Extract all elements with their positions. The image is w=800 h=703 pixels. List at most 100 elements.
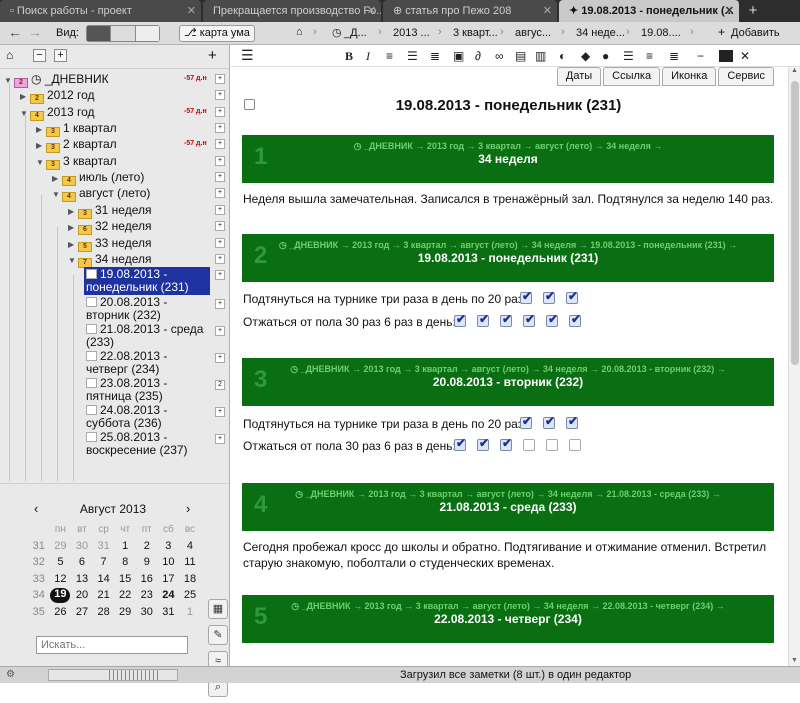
next-month-icon[interactable]: › [186, 501, 190, 516]
add-icon[interactable]: + [718, 25, 725, 39]
calendar-day[interactable]: 29 [114, 604, 136, 621]
icon-tab[interactable]: Иконка [662, 67, 717, 86]
tab-search-job[interactable]: ▫ Поиск работы - проект ✕ [0, 0, 201, 22]
calendar-day[interactable]: 16 [136, 571, 158, 588]
calendar-day[interactable]: 23 [136, 587, 158, 604]
tree-node-week34[interactable]: ▼ 7 34 неделя [68, 251, 152, 269]
service-tab[interactable]: Сервис [718, 67, 774, 86]
tree-node-day-236[interactable]: 24.08.2013 - суббота (236) [86, 404, 167, 430]
calendar-day[interactable]: 20 [71, 587, 93, 604]
pullups-checkbox[interactable] [520, 289, 532, 304]
menu-icon[interactable]: ☰ [241, 47, 254, 64]
collapsed-arrow-icon[interactable]: ▶ [20, 89, 30, 105]
node-action-box[interactable]: + [215, 139, 225, 149]
film-icon[interactable]: ▥ [535, 49, 546, 63]
link-icon[interactable]: ∞ [495, 49, 504, 63]
node-action-box[interactable]: + [215, 353, 225, 363]
expanded-arrow-icon[interactable]: ▼ [68, 253, 78, 269]
node-action-box[interactable]: + [215, 188, 225, 198]
bullet-list-icon[interactable]: ☰ [407, 49, 418, 63]
back-icon[interactable]: ← [8, 24, 22, 40]
breadcrumb-item-year[interactable]: 2013 ... [393, 27, 430, 39]
calendar-day[interactable]: 2 [136, 538, 158, 555]
calendar-day[interactable]: 14 [93, 571, 115, 588]
editor-scrollbar[interactable]: ▲ ▼ [788, 67, 800, 666]
calendar-day[interactable]: 27 [71, 604, 93, 621]
tree-node-q3[interactable]: ▼ 3 3 квартал [36, 153, 117, 170]
forward-icon[interactable]: → [28, 24, 42, 40]
node-action-box[interactable]: + [215, 238, 225, 248]
tree-node-day-235[interactable]: 23.08.2013 - пятница (235) [86, 377, 167, 403]
breadcrumb-item-month[interactable]: авгус... [515, 27, 551, 39]
tree-node-day-231[interactable]: 19.08.2013 - понедельник (231) [84, 267, 210, 295]
tab-current-note[interactable]: ✦ 19.08.2013 - понедельник (... ✕ [559, 0, 739, 22]
numbered-list-icon[interactable]: ≣ [430, 49, 440, 63]
bold-button[interactable]: B [345, 49, 353, 64]
collapsed-arrow-icon[interactable]: ▶ [68, 220, 78, 236]
pullups-checkbox[interactable] [566, 289, 578, 304]
pushups-checkbox[interactable] [546, 312, 558, 327]
tree-node-week31[interactable]: ▶ 3 31 неделя [68, 202, 152, 219]
node-action-box[interactable]: + [215, 205, 225, 215]
calendar-day-today[interactable]: 19 [50, 587, 72, 604]
align-right-icon[interactable]: ≣ [669, 49, 679, 63]
calendar-day[interactable]: 7 [93, 554, 115, 571]
pushups-checkbox[interactable] [454, 436, 466, 451]
calendar-day[interactable]: 30 [136, 604, 158, 621]
entry-title[interactable]: 21.08.2013 - среда (233) [242, 500, 774, 514]
breadcrumb-item-day[interactable]: 19.08.... [641, 27, 681, 39]
expand-all-button[interactable]: + [54, 49, 67, 62]
align-justify-icon[interactable]: ≡ [646, 49, 653, 63]
scrollbar-thumb[interactable] [791, 81, 799, 365]
calendar-day[interactable]: 15 [114, 571, 136, 588]
image-icon[interactable]: ▣ [453, 49, 464, 63]
tools-icon[interactable]: ✕ [740, 49, 750, 63]
calendar-day[interactable]: 9 [136, 554, 158, 571]
calendar-day[interactable]: 4 [179, 538, 201, 555]
view-mode-3[interactable] [134, 26, 159, 41]
home-icon[interactable]: ⌂ [296, 26, 303, 38]
node-action-box[interactable]: + [215, 407, 225, 417]
node-action-box[interactable]: + [215, 326, 225, 336]
calendar-day[interactable]: 13 [71, 571, 93, 588]
entry-title[interactable]: 20.08.2013 - вторник (232) [242, 375, 774, 389]
node-action-box[interactable]: + [215, 434, 225, 444]
pullups-checkbox[interactable] [543, 414, 555, 429]
entry-title[interactable]: 34 неделя [242, 152, 774, 166]
node-action-box[interactable]: + [215, 107, 225, 117]
pushups-checkbox[interactable] [477, 312, 489, 327]
tree-node-2013[interactable]: ▼ 4 2013 год [20, 104, 95, 122]
node-action-box[interactable]: + [215, 156, 225, 166]
tree-node-q2[interactable]: ▶ 3 2 квартал [36, 136, 117, 153]
paperclip-icon[interactable]: ∂ [475, 49, 481, 63]
dates-tab[interactable]: Даты [556, 67, 602, 86]
node-action-box[interactable]: + [215, 299, 225, 309]
expanded-arrow-icon[interactable]: ▼ [20, 106, 30, 122]
close-icon[interactable]: ✕ [367, 0, 376, 22]
calendar-day[interactable]: 6 [71, 554, 93, 571]
expanded-arrow-icon[interactable]: ▼ [4, 73, 14, 89]
close-icon[interactable]: ✕ [543, 0, 552, 22]
view-mode-2[interactable] [110, 26, 135, 41]
search-input[interactable] [36, 636, 188, 654]
expanded-arrow-icon[interactable]: ▼ [52, 187, 62, 203]
settings-icon[interactable]: ⚙ [6, 669, 15, 680]
italic-button[interactable]: I [366, 49, 370, 64]
close-icon[interactable]: ✕ [725, 0, 734, 22]
terminal-icon[interactable] [719, 50, 733, 62]
pushups-checkbox[interactable] [500, 436, 512, 451]
table-icon[interactable]: ▤ [515, 49, 526, 63]
breadcrumb-item-diary[interactable]: _Д... [344, 27, 367, 39]
tree-node-day-232[interactable]: 20.08.2013 - вторник (232) [86, 296, 167, 322]
calendar-day[interactable]: 24 [158, 587, 180, 604]
node-action-box[interactable]: + [215, 254, 225, 264]
node-action-box[interactable]: + [215, 270, 225, 280]
tree-node-august[interactable]: ▼ 4 август (лето) [52, 185, 150, 203]
tree-node-week33[interactable]: ▶ 5 33 неделя [68, 235, 152, 252]
node-action-box[interactable]: 2 [215, 380, 225, 390]
tree-node-day-234[interactable]: 22.08.2013 - четверг (234) [86, 350, 167, 376]
add-note-icon[interactable]: + [208, 47, 217, 64]
calendar-day[interactable]: 8 [114, 554, 136, 571]
calendar-day[interactable]: 17 [158, 571, 180, 588]
zoom-slider[interactable] [48, 669, 178, 681]
